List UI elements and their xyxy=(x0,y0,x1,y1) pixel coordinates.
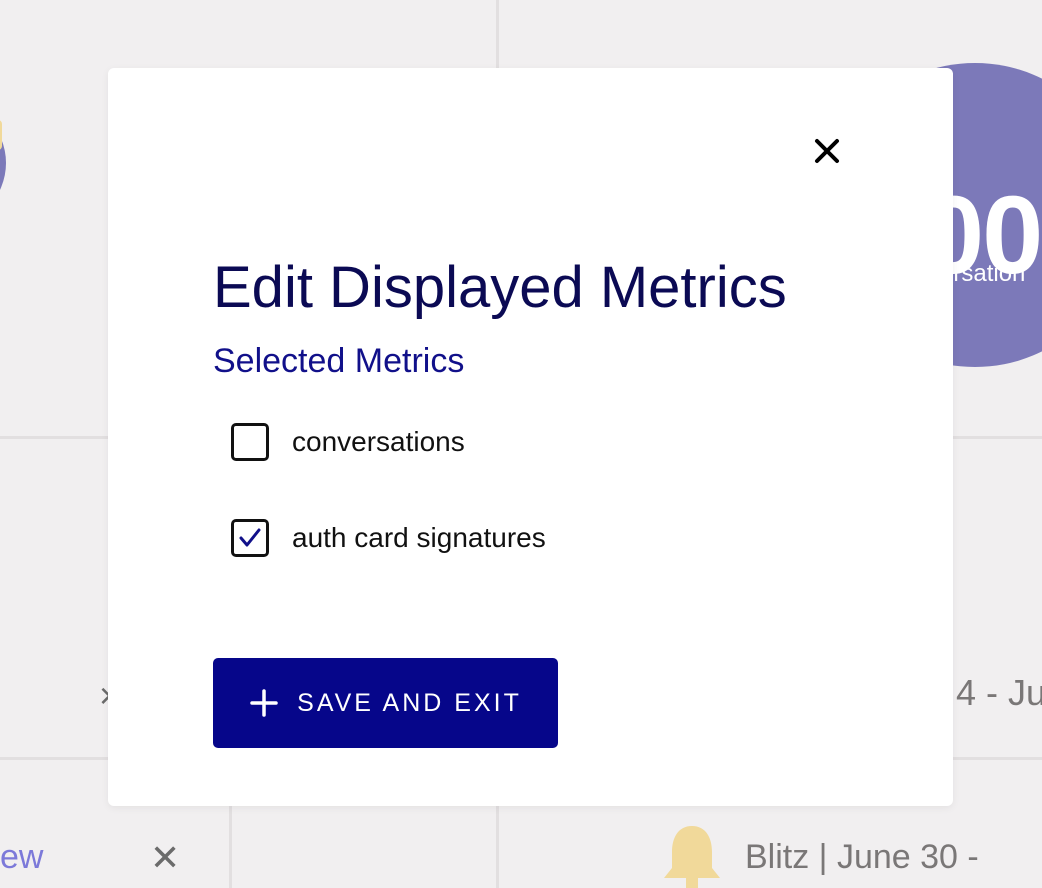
metric-option-auth-card-signatures[interactable]: auth card signatures xyxy=(231,516,546,560)
edit-metrics-modal: Edit Displayed Metrics Selected Metrics … xyxy=(108,68,953,806)
modal-close-button[interactable] xyxy=(808,132,846,170)
page-root: 00 ersation × 4 - Ju ew ✕ Blitz | June 3… xyxy=(0,0,1042,888)
section-label: Selected Metrics xyxy=(213,342,465,380)
option-label: auth card signatures xyxy=(292,522,546,553)
view-link[interactable]: ew xyxy=(0,838,43,877)
event-title: Blitz | June 30 - xyxy=(745,838,979,876)
bell-icon xyxy=(664,826,720,888)
close-icon[interactable]: ✕ xyxy=(150,840,180,876)
metric-circle-partial xyxy=(0,100,6,226)
close-icon xyxy=(815,139,839,163)
option-label: conversations xyxy=(292,426,465,457)
plus-icon xyxy=(250,689,278,717)
checkbox-conversations[interactable] xyxy=(231,423,269,461)
metric-circle-accent xyxy=(0,120,2,150)
modal-title: Edit Displayed Metrics xyxy=(213,255,787,320)
save-and-exit-button[interactable]: SAVE AND EXIT xyxy=(213,658,558,748)
save-button-label: SAVE AND EXIT xyxy=(297,688,522,717)
metric-option-conversations[interactable]: conversations xyxy=(231,420,465,464)
checkmark-icon xyxy=(239,528,261,547)
checkbox-auth-card-signatures[interactable] xyxy=(231,519,269,557)
date-range-text: 4 - Ju xyxy=(956,672,1042,713)
